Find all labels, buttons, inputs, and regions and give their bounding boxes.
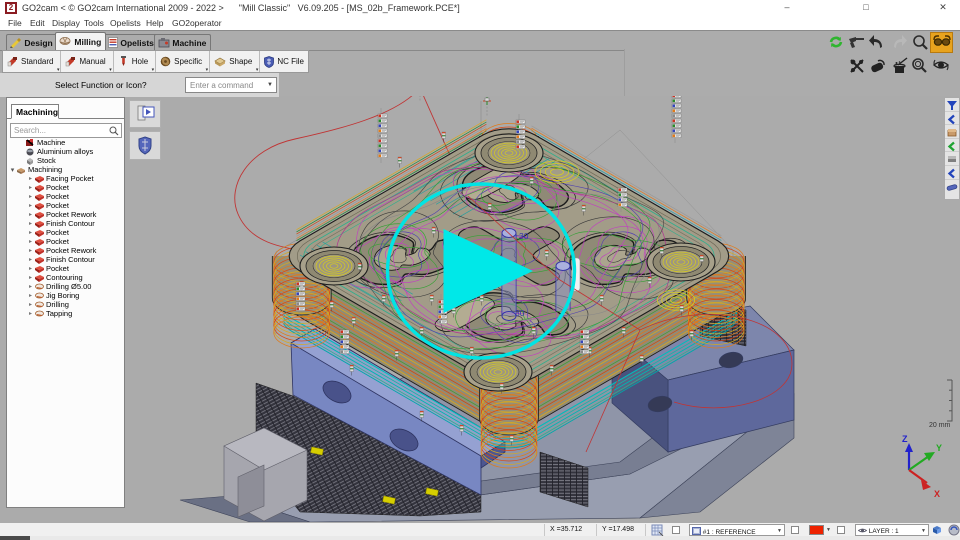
- svg-text:Z: Z: [902, 434, 908, 444]
- svg-text:20 mm: 20 mm: [929, 422, 951, 429]
- svg-text:X: X: [934, 489, 940, 499]
- svg-text:30: 30: [519, 231, 529, 241]
- svg-text:Y: Y: [936, 443, 942, 453]
- svg-text:30: 30: [515, 308, 525, 318]
